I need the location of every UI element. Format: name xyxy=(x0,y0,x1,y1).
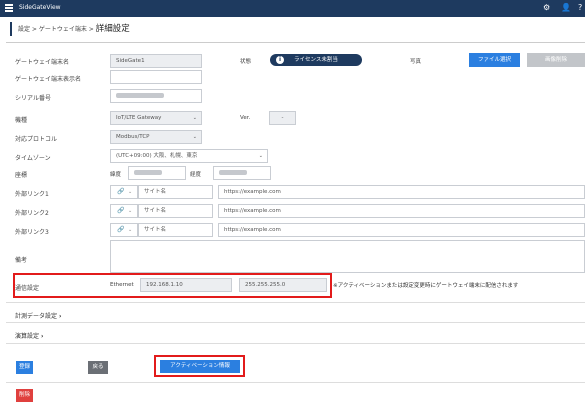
delete-button[interactable]: 削除 xyxy=(16,389,33,402)
link-icon-select-1[interactable]: 🔗 ⌄ xyxy=(110,185,138,199)
divider xyxy=(6,322,585,323)
url-input-1[interactable]: https://example.com xyxy=(218,185,585,199)
link-icon: 🔗 xyxy=(117,207,125,214)
divider xyxy=(6,343,585,344)
chevron-down-icon: ⌄ xyxy=(192,115,197,121)
protocol-select[interactable]: Modbus/TCP ⌄ xyxy=(110,130,202,144)
comm-settings-label: 通信設定 xyxy=(15,285,40,292)
divider xyxy=(6,42,585,43)
subnet-mask-field[interactable]: 255.255.255.0 xyxy=(239,278,327,292)
external-link-1-label: 外部リンク1 xyxy=(15,191,49,198)
model-value: IoT/LTE Gateway xyxy=(116,115,162,121)
timezone-value: (UTC+09:00) 大阪、札幌、東京 xyxy=(116,153,198,159)
delete-image-button[interactable]: 画像削除 xyxy=(527,53,585,67)
protocol-label: 対応プロトコル xyxy=(15,136,58,143)
link-icon: 🔗 xyxy=(117,226,125,233)
latitude-field[interactable] xyxy=(128,166,186,180)
help-icon[interactable]: ? xyxy=(578,3,582,13)
longitude-field[interactable] xyxy=(213,166,271,180)
external-link-2-label: 外部リンク2 xyxy=(15,210,49,217)
link-icon: 🔗 xyxy=(117,188,125,195)
protocol-value: Modbus/TCP xyxy=(116,134,150,140)
chevron-down-icon: ⌄ xyxy=(258,153,263,159)
gateway-display-name-field[interactable] xyxy=(110,70,202,84)
app-title: SideGateView xyxy=(19,4,61,11)
breadcrumb: 設定 > ゲートウェイ端末 > 詳細設定 xyxy=(10,22,130,36)
model-select[interactable]: IoT/LTE Gateway ⌄ xyxy=(110,111,202,125)
timezone-select[interactable]: (UTC+09:00) 大阪、札幌、東京 ⌄ xyxy=(110,149,268,163)
back-button[interactable]: 戻る xyxy=(88,361,108,374)
status-label: 状態 xyxy=(240,59,252,65)
serial-label: シリアル番号 xyxy=(15,95,51,102)
chevron-down-icon: ⌄ xyxy=(128,208,133,214)
model-label: 機種 xyxy=(15,117,28,124)
chevron-down-icon: ⌄ xyxy=(192,134,197,140)
comm-note: ※アクティベーションまたは設定変更時にゲートウェイ端末に配信されます xyxy=(333,283,519,289)
external-link-3-label: 外部リンク3 xyxy=(15,229,49,236)
latitude-label: 緯度 xyxy=(110,172,122,178)
ver-field: - xyxy=(269,111,296,125)
file-select-button[interactable]: ファイル選択 xyxy=(469,53,520,67)
site-name-input-1[interactable]: サイト名 xyxy=(138,185,213,199)
menu-icon[interactable] xyxy=(5,4,13,12)
user-icon[interactable]: 👤 xyxy=(561,3,571,13)
status-badge: i ライセンス未割当 xyxy=(270,54,362,66)
gateway-display-name-label: ゲートウェイ端末表示名 xyxy=(15,76,82,83)
interface-label: Ethernet xyxy=(110,282,134,288)
divider xyxy=(6,382,585,383)
status-text: ライセンス未割当 xyxy=(294,57,338,63)
serial-field[interactable] xyxy=(110,89,202,103)
ip-address-field[interactable]: 192.168.1.10 xyxy=(140,278,232,292)
chevron-right-icon: › xyxy=(58,313,62,320)
photo-label: 写真 xyxy=(410,59,422,65)
info-icon: i xyxy=(276,56,284,64)
timezone-label: タイムゾーン xyxy=(15,155,51,162)
measurement-section-label: 計測データ設定 xyxy=(15,313,58,320)
divider xyxy=(6,302,585,303)
page-title: 詳細設定 xyxy=(95,24,130,34)
link-icon-select-3[interactable]: 🔗 ⌄ xyxy=(110,223,138,237)
top-bar: SideGateView ⚙ 👤 ? xyxy=(0,0,585,17)
calculation-section-toggle[interactable]: 演算設定 › xyxy=(15,331,43,340)
register-button[interactable]: 登録 xyxy=(16,361,33,374)
chevron-down-icon: ⌄ xyxy=(128,189,133,195)
activation-info-button[interactable]: アクティベーション情報 xyxy=(160,360,240,373)
chevron-right-icon: › xyxy=(40,333,44,340)
site-name-input-3[interactable]: サイト名 xyxy=(138,223,213,237)
calculation-section-label: 演算設定 xyxy=(15,333,40,340)
site-name-input-2[interactable]: サイト名 xyxy=(138,204,213,218)
link-icon-select-2[interactable]: 🔗 ⌄ xyxy=(110,204,138,218)
remarks-textarea[interactable] xyxy=(110,240,585,273)
coords-label: 座標 xyxy=(15,172,28,179)
breadcrumb-path[interactable]: 設定 > ゲートウェイ端末 > xyxy=(18,26,96,33)
url-input-2[interactable]: https://example.com xyxy=(218,204,585,218)
remarks-label: 備考 xyxy=(15,257,28,264)
measurement-section-toggle[interactable]: 計測データ設定 › xyxy=(15,311,61,320)
url-input-3[interactable]: https://example.com xyxy=(218,223,585,237)
longitude-label: 経度 xyxy=(190,172,202,178)
settings-icon[interactable]: ⚙ xyxy=(543,3,550,13)
gateway-name-label: ゲートウェイ端末名 xyxy=(15,59,70,66)
chevron-down-icon: ⌄ xyxy=(128,227,133,233)
gateway-name-field[interactable]: SideGate1 xyxy=(110,54,202,68)
ver-label: Ver. xyxy=(240,115,251,121)
